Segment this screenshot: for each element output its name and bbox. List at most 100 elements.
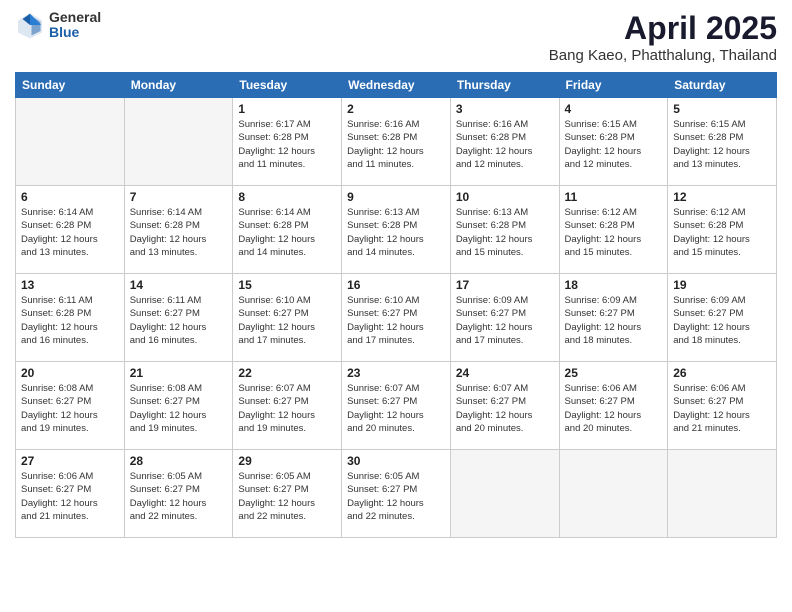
calendar-cell: [559, 450, 668, 538]
day-number: 18: [565, 278, 663, 292]
day-info: Sunrise: 6:12 AM Sunset: 6:28 PM Dayligh…: [565, 206, 663, 259]
calendar-cell: 20Sunrise: 6:08 AM Sunset: 6:27 PM Dayli…: [16, 362, 125, 450]
day-number: 2: [347, 102, 445, 116]
calendar-cell: 5Sunrise: 6:15 AM Sunset: 6:28 PM Daylig…: [668, 98, 777, 186]
calendar-cell: 10Sunrise: 6:13 AM Sunset: 6:28 PM Dayli…: [450, 186, 559, 274]
day-number: 16: [347, 278, 445, 292]
calendar-cell: [16, 98, 125, 186]
week-row-4: 27Sunrise: 6:06 AM Sunset: 6:27 PM Dayli…: [16, 450, 777, 538]
day-info: Sunrise: 6:05 AM Sunset: 6:27 PM Dayligh…: [238, 470, 336, 523]
page: General Blue April 2025 Bang Kaeo, Phatt…: [0, 0, 792, 612]
day-info: Sunrise: 6:11 AM Sunset: 6:28 PM Dayligh…: [21, 294, 119, 347]
calendar-cell: 11 Sunrise: 6:12 AM Sunset: 6:28 PM Dayli…: [559, 186, 668, 274]
day-number: 21: [130, 366, 228, 380]
day-number: 1: [238, 102, 336, 116]
day-number: 3: [456, 102, 554, 116]
calendar-cell: 19 Sunrise: 6:09 AM Sunset: 6:27 PM Dayli…: [668, 274, 777, 362]
calendar-subtitle: Bang Kaeo, Phatthalung, Thailand: [549, 47, 777, 64]
calendar-cell: 29 Sunrise: 6:05 AM Sunset: 6:27 PM Dayli…: [233, 450, 342, 538]
logo-text: General Blue: [49, 10, 101, 41]
calendar-cell: 22Sunrise: 6:07 AM Sunset: 6:27 PM Dayli…: [233, 362, 342, 450]
day-info: Sunrise: 6:16 AM Sunset: 6:28 PM Dayligh…: [347, 118, 445, 171]
day-number: 6: [21, 190, 119, 204]
day-info: Sunrise: 6:05 AM Sunset: 6:27 PM Dayligh…: [130, 470, 228, 523]
day-number: 9: [347, 190, 445, 204]
header-tuesday: Tuesday: [233, 73, 342, 98]
day-number: 23: [347, 366, 445, 380]
day-info: Sunrise: 6:14 AM Sunset: 6:28 PM Dayligh…: [238, 206, 336, 259]
header-monday: Monday: [124, 73, 233, 98]
day-info: Sunrise: 6:15 AM Sunset: 6:28 PM Dayligh…: [565, 118, 663, 171]
day-info: Sunrise: 6:10 AM Sunset: 6:27 PM Dayligh…: [347, 294, 445, 347]
day-info: Sunrise: 6:05 AM Sunset: 6:27 PM Dayligh…: [347, 470, 445, 523]
week-row-1: 6 Sunrise: 6:14 AM Sunset: 6:28 PM Daylig…: [16, 186, 777, 274]
day-info: Sunrise: 6:06 AM Sunset: 6:27 PM Dayligh…: [673, 382, 771, 435]
calendar-cell: 12 Sunrise: 6:12 AM Sunset: 6:28 PM Dayli…: [668, 186, 777, 274]
calendar-cell: 7 Sunrise: 6:14 AM Sunset: 6:28 PM Daylig…: [124, 186, 233, 274]
day-info: Sunrise: 6:15 AM Sunset: 6:28 PM Dayligh…: [673, 118, 771, 171]
header-friday: Friday: [559, 73, 668, 98]
calendar-cell: 2 Sunrise: 6:16 AM Sunset: 6:28 PM Daylig…: [342, 98, 451, 186]
calendar-cell: 25Sunrise: 6:06 AM Sunset: 6:27 PM Dayli…: [559, 362, 668, 450]
day-info: Sunrise: 6:07 AM Sunset: 6:27 PM Dayligh…: [238, 382, 336, 435]
day-number: 25: [565, 366, 663, 380]
day-info: Sunrise: 6:11 AM Sunset: 6:27 PM Dayligh…: [130, 294, 228, 347]
calendar-cell: 9Sunrise: 6:13 AM Sunset: 6:28 PM Daylig…: [342, 186, 451, 274]
day-number: 13: [21, 278, 119, 292]
calendar-cell: 30 Sunrise: 6:05 AM Sunset: 6:27 PM Dayli…: [342, 450, 451, 538]
day-info: Sunrise: 6:09 AM Sunset: 6:27 PM Dayligh…: [673, 294, 771, 347]
title-block: April 2025 Bang Kaeo, Phatthalung, Thail…: [549, 10, 777, 64]
day-info: Sunrise: 6:09 AM Sunset: 6:27 PM Dayligh…: [456, 294, 554, 347]
logo-icon: [15, 10, 45, 40]
day-info: Sunrise: 6:10 AM Sunset: 6:27 PM Dayligh…: [238, 294, 336, 347]
day-number: 11: [565, 190, 663, 204]
day-number: 7: [130, 190, 228, 204]
calendar-cell: 18Sunrise: 6:09 AM Sunset: 6:27 PM Dayli…: [559, 274, 668, 362]
day-number: 12: [673, 190, 771, 204]
calendar-cell: 28 Sunrise: 6:05 AM Sunset: 6:27 PM Dayli…: [124, 450, 233, 538]
day-number: 17: [456, 278, 554, 292]
calendar-cell: 21 Sunrise: 6:08 AM Sunset: 6:27 PM Dayli…: [124, 362, 233, 450]
day-number: 28: [130, 454, 228, 468]
calendar-cell: [450, 450, 559, 538]
day-info: Sunrise: 6:08 AM Sunset: 6:27 PM Dayligh…: [130, 382, 228, 435]
calendar-cell: 24 Sunrise: 6:07 AM Sunset: 6:27 PM Dayli…: [450, 362, 559, 450]
calendar-cell: 26Sunrise: 6:06 AM Sunset: 6:27 PM Dayli…: [668, 362, 777, 450]
calendar-cell: 8 Sunrise: 6:14 AM Sunset: 6:28 PM Daylig…: [233, 186, 342, 274]
logo-general: General: [49, 10, 101, 25]
day-info: Sunrise: 6:06 AM Sunset: 6:27 PM Dayligh…: [21, 470, 119, 523]
day-info: Sunrise: 6:17 AM Sunset: 6:28 PM Dayligh…: [238, 118, 336, 171]
calendar-cell: [668, 450, 777, 538]
day-info: Sunrise: 6:14 AM Sunset: 6:28 PM Dayligh…: [21, 206, 119, 259]
day-number: 19: [673, 278, 771, 292]
header-sunday: Sunday: [16, 73, 125, 98]
day-number: 24: [456, 366, 554, 380]
calendar-cell: 13 Sunrise: 6:11 AM Sunset: 6:28 PM Dayli…: [16, 274, 125, 362]
calendar-cell: [124, 98, 233, 186]
header: General Blue April 2025 Bang Kaeo, Phatt…: [15, 10, 777, 64]
day-number: 15: [238, 278, 336, 292]
calendar-table: Sunday Monday Tuesday Wednesday Thursday…: [15, 72, 777, 538]
week-row-0: 1 Sunrise: 6:17 AM Sunset: 6:28 PM Daylig…: [16, 98, 777, 186]
day-info: Sunrise: 6:16 AM Sunset: 6:28 PM Dayligh…: [456, 118, 554, 171]
week-row-2: 13 Sunrise: 6:11 AM Sunset: 6:28 PM Dayli…: [16, 274, 777, 362]
calendar-cell: 3 Sunrise: 6:16 AM Sunset: 6:28 PM Daylig…: [450, 98, 559, 186]
week-row-3: 20Sunrise: 6:08 AM Sunset: 6:27 PM Dayli…: [16, 362, 777, 450]
calendar-cell: 23Sunrise: 6:07 AM Sunset: 6:27 PM Dayli…: [342, 362, 451, 450]
calendar-body: 1 Sunrise: 6:17 AM Sunset: 6:28 PM Daylig…: [16, 98, 777, 538]
day-info: Sunrise: 6:13 AM Sunset: 6:28 PM Dayligh…: [456, 206, 554, 259]
day-info: Sunrise: 6:07 AM Sunset: 6:27 PM Dayligh…: [456, 382, 554, 435]
day-info: Sunrise: 6:08 AM Sunset: 6:27 PM Dayligh…: [21, 382, 119, 435]
day-number: 8: [238, 190, 336, 204]
calendar-cell: 16 Sunrise: 6:10 AM Sunset: 6:27 PM Dayli…: [342, 274, 451, 362]
calendar-cell: 27Sunrise: 6:06 AM Sunset: 6:27 PM Dayli…: [16, 450, 125, 538]
day-info: Sunrise: 6:14 AM Sunset: 6:28 PM Dayligh…: [130, 206, 228, 259]
header-row: Sunday Monday Tuesday Wednesday Thursday…: [16, 73, 777, 98]
calendar-cell: 14Sunrise: 6:11 AM Sunset: 6:27 PM Dayli…: [124, 274, 233, 362]
logo-blue: Blue: [49, 25, 101, 40]
day-number: 29: [238, 454, 336, 468]
day-number: 30: [347, 454, 445, 468]
day-info: Sunrise: 6:12 AM Sunset: 6:28 PM Dayligh…: [673, 206, 771, 259]
header-saturday: Saturday: [668, 73, 777, 98]
calendar-title: April 2025: [549, 10, 777, 47]
